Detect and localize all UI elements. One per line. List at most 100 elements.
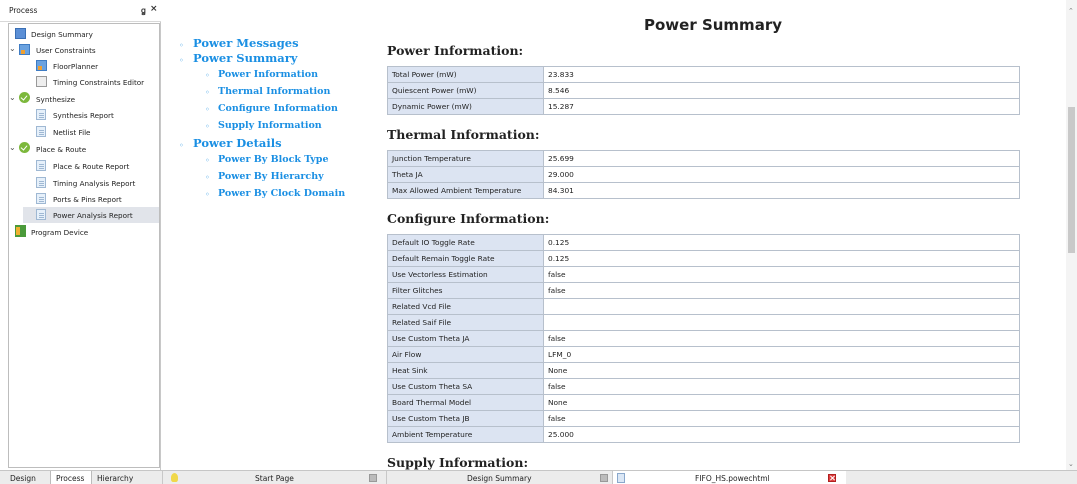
toc-link-power-by-hierarchy[interactable]: Power By Hierarchy [218,171,324,182]
table-key: Max Allowed Ambient Temperature [387,182,544,199]
doc-tab-label: Design Summary [467,474,532,483]
doc-tab-label: Start Page [255,474,294,483]
tab-design[interactable]: Design [10,471,48,484]
table-row: Default IO Toggle Rate 0.125 [387,234,1020,251]
table-value: 25.000 [543,426,1020,443]
doc-tab-fifo-hs-powechtml[interactable]: FIFO_HS.powechtml [612,471,846,484]
table-key: Heat Sink [387,362,544,379]
tree-item-label: Program Device [31,228,89,237]
tree-item-place-route-report[interactable]: Place & Route Report [23,158,159,174]
toc-link-power-messages[interactable]: Power Messages [193,36,299,50]
table-value: 25.699 [543,150,1020,167]
toc-link-supply-information[interactable]: Supply Information [218,120,322,131]
tree-item-program-device[interactable]: Program Device [13,224,159,240]
check-icon [19,142,30,153]
toc-link-power-information[interactable]: Power Information [218,69,318,80]
program-device-icon [15,225,26,237]
table-value: None [543,394,1020,411]
table-key: Filter Glitches [387,282,544,299]
tree-item-label: Timing Analysis Report [53,179,136,188]
doc-tab-start-page[interactable]: Start Page [162,471,382,484]
document-icon [36,193,46,204]
close-tab-icon[interactable] [828,474,836,482]
pin-icon[interactable]: ꬶ [141,5,146,16]
toc-link-thermal-information[interactable]: Thermal Information [218,86,330,97]
table-key: Dynamic Power (mW) [387,98,544,115]
table-row: Use Vectorless Estimation false [387,266,1020,283]
table-row: Related Vcd File [387,298,1020,315]
tree-item-synthesize[interactable]: ⌄ Synthesize [9,91,159,107]
toc-bullet: ◦ [205,122,210,131]
toc-link-power-by-clock-domain[interactable]: Power By Clock Domain [218,188,345,199]
table-value: false [543,266,1020,283]
table-key: Board Thermal Model [387,394,544,411]
tree-item-label: User Constraints [36,46,96,55]
table-value: LFM_0 [543,346,1020,363]
tree-item-label: Netlist File [53,128,91,137]
toc-bullet: ◦ [205,156,210,165]
tree-item-ports-pins-report[interactable]: Ports & Pins Report [23,191,159,207]
bottom-tab-bar: Design Process Hierarchy Start Page Desi… [0,470,1077,484]
scrollbar-thumb[interactable] [1068,107,1075,253]
table-key: Ambient Temperature [387,426,544,443]
tab-label: Hierarchy [97,474,134,483]
toc-link-power-summary[interactable]: Power Summary [193,51,297,65]
tree-item-design-summary[interactable]: Design Summary [13,26,159,42]
tree-item-place-and-route[interactable]: ⌄ Place & Route [9,141,159,157]
toc-bullet: ◦ [205,88,210,97]
table-row: Theta JA 29.000 [387,166,1020,183]
document-icon [36,126,46,137]
power-information-table: Total Power (mW) 23.833 Quiescent Power (… [387,66,1020,115]
document-icon [36,209,46,220]
table-key: Default IO Toggle Rate [387,234,544,251]
configure-information-table: Default IO Toggle Rate 0.125 Default Rema… [387,234,1020,443]
process-panel-header: Process ꬶ × [0,0,161,22]
chevron-down-icon[interactable]: ⌄ [9,93,18,104]
tree-item-power-analysis-report[interactable]: Power Analysis Report [23,207,159,223]
table-key: Use Custom Theta JA [387,330,544,347]
table-key: Junction Temperature [387,150,544,167]
table-key: Use Vectorless Estimation [387,266,544,283]
table-row: Related Saif File [387,314,1020,331]
close-icon[interactable]: × [150,4,158,14]
scroll-up-icon[interactable]: ⌃ [1068,7,1074,15]
table-value: 0.125 [543,250,1020,267]
chevron-down-icon[interactable]: ⌄ [9,143,18,154]
tree-item-label: Synthesis Report [53,111,114,120]
design-summary-icon [15,28,26,39]
scroll-down-icon[interactable]: ⌄ [1068,460,1074,468]
table-value: 15.287 [543,98,1020,115]
tree-item-floorplanner[interactable]: FloorPlanner [23,58,159,74]
tree-item-label: Power Analysis Report [53,211,133,220]
close-tab-icon[interactable] [600,474,608,482]
toc-bullet: ◦ [179,41,184,50]
table-row: Use Custom Theta SA false [387,378,1020,395]
table-value: 84.301 [543,182,1020,199]
tree-item-synthesis-report[interactable]: Synthesis Report [23,107,159,123]
section-title-configure-information: Configure Information: [387,211,550,226]
tree-item-user-constraints[interactable]: ⌄ User Constraints [9,42,159,58]
toc-bullet: ◦ [205,190,210,199]
tree-item-timing-constraints-editor[interactable]: Timing Constraints Editor [23,74,159,90]
tree-item-timing-analysis-report[interactable]: Timing Analysis Report [23,175,159,191]
constraints-icon [19,44,30,55]
table-key: Total Power (mW) [387,66,544,83]
tab-process[interactable]: Process [50,471,92,484]
table-row: Junction Temperature 25.699 [387,150,1020,167]
tab-hierarchy[interactable]: Hierarchy [97,471,147,484]
close-tab-icon[interactable] [369,474,377,482]
document-icon [36,177,46,188]
table-key: Use Custom Theta SA [387,378,544,395]
toc-link-power-details[interactable]: Power Details [193,136,282,150]
doc-tab-design-summary[interactable]: Design Summary [386,471,612,484]
chevron-down-icon[interactable]: ⌄ [9,44,18,55]
table-key: Theta JA [387,166,544,183]
toc-link-configure-information[interactable]: Configure Information [218,103,338,114]
table-value: false [543,282,1020,299]
process-panel-title: Process [9,6,38,15]
toc-link-power-by-block-type[interactable]: Power By Block Type [218,154,329,165]
tree-item-netlist-file[interactable]: Netlist File [23,124,159,140]
table-value: 23.833 [543,66,1020,83]
table-key: Quiescent Power (mW) [387,82,544,99]
table-value: None [543,362,1020,379]
